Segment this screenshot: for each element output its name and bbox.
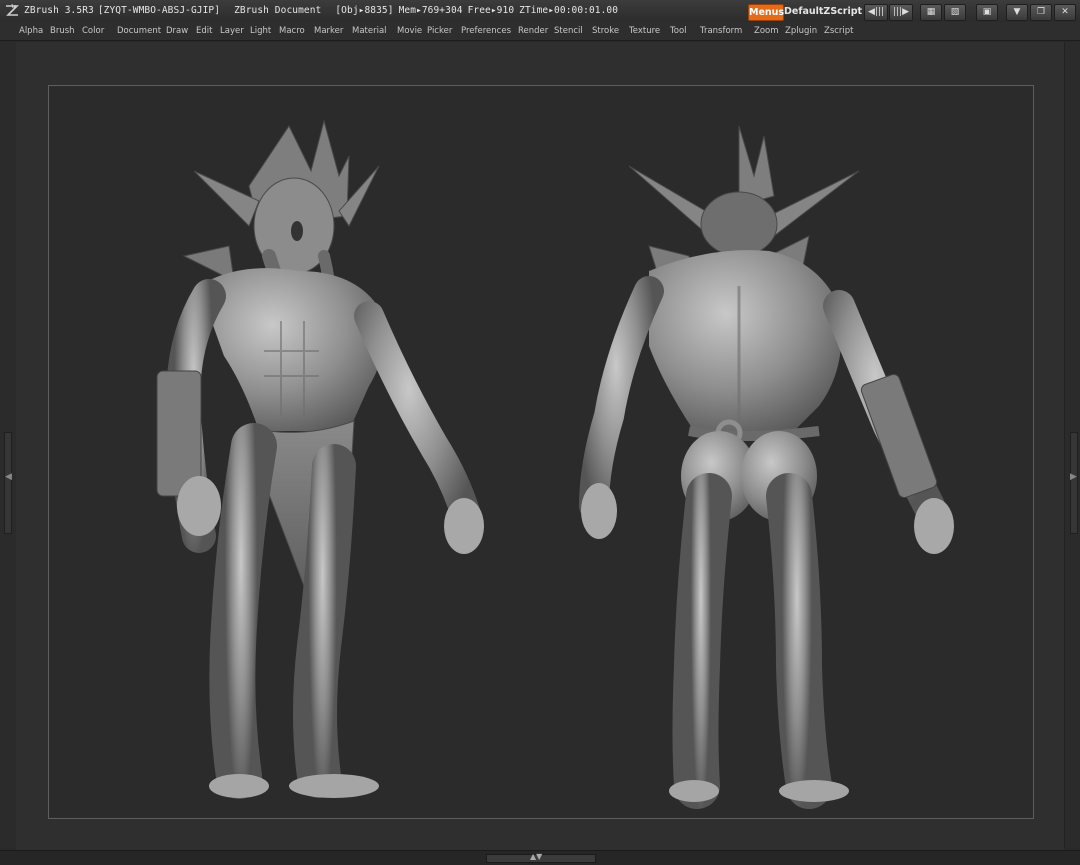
- menu-alpha[interactable]: Alpha: [19, 22, 43, 40]
- free-readout: Free▸910: [467, 5, 515, 16]
- menu-stencil[interactable]: Stencil: [554, 22, 583, 40]
- right-tray: ▶: [1064, 42, 1080, 848]
- serial-number: [ZYQT-WMBO-ABSJ-GJIP]: [97, 5, 221, 16]
- mem-readout: Mem▸769+304: [398, 5, 463, 16]
- menu-brush[interactable]: Brush: [50, 22, 75, 40]
- lock-icon[interactable]: ▣: [976, 4, 998, 21]
- menu-preferences[interactable]: Preferences: [461, 22, 511, 40]
- menu-bar: Alpha Brush Color Document Draw Edit Lay…: [0, 22, 1080, 41]
- zbrush-logo-icon: [6, 3, 19, 16]
- right-tray-handle[interactable]: [1070, 432, 1078, 534]
- bottom-tray: ▲▼: [0, 850, 1080, 865]
- close-icon[interactable]: ✕: [1054, 4, 1076, 21]
- menus-button[interactable]: Menus: [748, 4, 784, 21]
- obj-count: [Obj▸8835]: [335, 5, 394, 16]
- menu-texture[interactable]: Texture: [629, 22, 660, 40]
- app-version: ZBrush 3.5R3: [24, 5, 94, 16]
- scroll-right-button[interactable]: |||▶: [889, 4, 913, 21]
- sculpt-render: [156, 119, 954, 809]
- menu-material[interactable]: Material: [352, 22, 387, 40]
- back-view-figure: [579, 125, 954, 809]
- front-view-figure: [156, 119, 484, 799]
- menu-zoom[interactable]: Zoom: [754, 22, 779, 40]
- menu-draw[interactable]: Draw: [166, 22, 188, 40]
- left-tray: ◀: [0, 42, 17, 848]
- menu-zplugin[interactable]: Zplugin: [785, 22, 817, 40]
- default-zscript-button[interactable]: DefaultZScript: [784, 4, 862, 19]
- title-bar: ZBrush 3.5R3 [ZYQT-WMBO-ABSJ-GJIP] ZBrush …: [0, 0, 1080, 23]
- minimize-icon[interactable]: ▼: [1006, 4, 1028, 21]
- ztime-readout: ZTime▸00:00:01.00: [519, 5, 619, 16]
- scroll-left-button[interactable]: ◀|||: [864, 4, 888, 21]
- menu-movie[interactable]: Movie: [397, 22, 422, 40]
- title-text: ZBrush 3.5R3 [ZYQT-WMBO-ABSJ-GJIP] ZBrush …: [24, 0, 632, 22]
- menu-render[interactable]: Render: [518, 22, 548, 40]
- menu-marker[interactable]: Marker: [314, 22, 343, 40]
- expand-right-icon[interactable]: ▶: [1070, 472, 1077, 482]
- menu-zscript[interactable]: Zscript: [824, 22, 854, 40]
- menu-edit[interactable]: Edit: [196, 22, 212, 40]
- menu-light[interactable]: Light: [250, 22, 271, 40]
- expand-left-icon[interactable]: ◀: [5, 472, 12, 482]
- restore-icon[interactable]: ❐: [1030, 4, 1052, 21]
- menu-color[interactable]: Color: [82, 22, 104, 40]
- left-tray-handle[interactable]: [4, 432, 12, 534]
- menu-transform[interactable]: Transform: [700, 22, 742, 40]
- menu-tool[interactable]: Tool: [670, 22, 687, 40]
- menu-macro[interactable]: Macro: [279, 22, 305, 40]
- menu-stroke[interactable]: Stroke: [592, 22, 619, 40]
- expand-bottom-icon[interactable]: ▲▼: [530, 852, 542, 861]
- layout-icon[interactable]: ▦: [920, 4, 942, 21]
- menu-picker[interactable]: Picker: [427, 22, 452, 40]
- document-canvas[interactable]: [48, 85, 1034, 819]
- document-name: ZBrush Document: [234, 5, 322, 16]
- menu-layer[interactable]: Layer: [220, 22, 244, 40]
- menu-document[interactable]: Document: [117, 22, 161, 40]
- layout-alt-icon[interactable]: ▧: [944, 4, 966, 21]
